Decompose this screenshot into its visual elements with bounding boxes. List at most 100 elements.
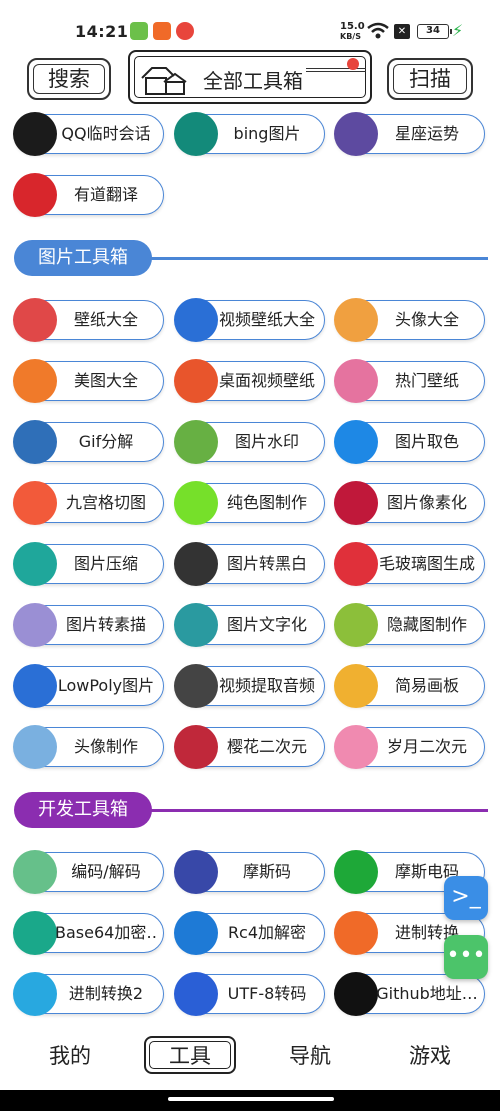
sync-icon bbox=[13, 972, 57, 1016]
tool-item[interactable]: Github地址… bbox=[334, 972, 485, 1016]
youdao-icon bbox=[13, 173, 57, 217]
app-notification-icon bbox=[153, 22, 171, 40]
tool-item-label: 美图大全 bbox=[73, 371, 138, 390]
dribbble-icon bbox=[334, 359, 378, 403]
sim-icon: ✕ bbox=[394, 24, 410, 39]
tool-item[interactable]: 图片像素化 bbox=[334, 481, 485, 525]
tool-item[interactable]: 有道翻译 bbox=[13, 173, 164, 217]
tool-item[interactable]: 星座运势 bbox=[334, 112, 485, 156]
tool-item-label: 岁月二次元 bbox=[386, 737, 467, 756]
app-notification-icon bbox=[130, 22, 148, 40]
tool-item-label: 毛玻璃图生成 bbox=[378, 554, 475, 573]
battery-icon: 34 bbox=[417, 24, 452, 39]
tool-item[interactable]: 美图大全 bbox=[13, 359, 164, 403]
tool-item[interactable]: 图片水印 bbox=[174, 420, 325, 464]
tool-item[interactable]: 头像制作 bbox=[13, 725, 164, 769]
tool-item-label: 樱花二次元 bbox=[226, 737, 307, 756]
tool-item-label: UTF-8转码 bbox=[227, 984, 307, 1003]
terminal-icon: >_ bbox=[451, 884, 481, 909]
tool-item[interactable]: UTF-8转码 bbox=[174, 972, 325, 1016]
watermark-icon bbox=[174, 420, 218, 464]
tool-item-label: 纯色图制作 bbox=[226, 493, 307, 512]
tool-item-label: 进制转换2 bbox=[68, 984, 144, 1003]
search-button[interactable]: 搜索 bbox=[27, 58, 111, 100]
wifi-icon bbox=[367, 22, 389, 39]
tool-item[interactable]: Base64加密… bbox=[13, 911, 164, 955]
constellation-icon bbox=[334, 112, 378, 156]
tool-item-label: 摩斯码 bbox=[242, 862, 291, 881]
page-title: 全部工具箱 bbox=[203, 69, 303, 93]
tool-item-label: 图片压缩 bbox=[73, 554, 138, 573]
tool-item[interactable]: 进制转换2 bbox=[13, 972, 164, 1016]
compress-icon bbox=[13, 542, 57, 586]
grid-cut-icon bbox=[13, 481, 57, 525]
tool-item[interactable]: 热门壁纸 bbox=[334, 359, 485, 403]
tool-item-label: Rc4加解密 bbox=[227, 923, 307, 942]
text-image-icon bbox=[174, 603, 218, 647]
network-speed: 15.0 KB/S bbox=[340, 22, 365, 42]
hidden-image-icon bbox=[334, 603, 378, 647]
tool-item[interactable]: 岁月二次元 bbox=[334, 725, 485, 769]
tool-item-label: bing图片 bbox=[233, 124, 301, 143]
tab-mine[interactable]: 我的 bbox=[30, 1040, 110, 1070]
tool-item[interactable]: 樱花二次元 bbox=[174, 725, 325, 769]
lowpoly-icon bbox=[13, 664, 57, 708]
tool-item-label: 热门壁纸 bbox=[394, 371, 459, 390]
tool-item[interactable]: 桌面视频壁纸 bbox=[174, 359, 325, 403]
home-indicator[interactable] bbox=[168, 1097, 334, 1101]
tool-item[interactable]: 摩斯码 bbox=[174, 850, 325, 894]
network-speed-value: 15.0 bbox=[340, 21, 365, 32]
tool-item[interactable]: 图片压缩 bbox=[13, 542, 164, 586]
tool-item[interactable]: 壁纸大全 bbox=[13, 298, 164, 342]
tool-item[interactable]: 头像大全 bbox=[334, 298, 485, 342]
tool-item[interactable]: 简易画板 bbox=[334, 664, 485, 708]
padlock-icon bbox=[174, 911, 218, 955]
tab-games[interactable]: 游戏 bbox=[390, 1040, 470, 1070]
tool-item[interactable]: LowPoly图片 bbox=[13, 664, 164, 708]
tool-item[interactable]: bing图片 bbox=[174, 112, 325, 156]
tab-navigation[interactable]: 导航 bbox=[270, 1040, 350, 1070]
tool-item[interactable]: 九宫格切图 bbox=[13, 481, 164, 525]
tool-item-label: 九宫格切图 bbox=[65, 493, 146, 512]
refresh-icon bbox=[334, 911, 378, 955]
tool-item-label: 视频提取音频 bbox=[218, 676, 315, 695]
tool-item[interactable]: 纯色图制作 bbox=[174, 481, 325, 525]
code-icon bbox=[13, 850, 57, 894]
tool-item[interactable]: 视频壁纸大全 bbox=[174, 298, 325, 342]
tool-item-label: 隐藏图制作 bbox=[386, 615, 467, 634]
tool-item[interactable]: 图片转素描 bbox=[13, 603, 164, 647]
terminal-floating-button[interactable]: >_ bbox=[444, 876, 488, 920]
tool-item[interactable]: 隐藏图制作 bbox=[334, 603, 485, 647]
tool-item-label: 视频壁纸大全 bbox=[218, 310, 315, 329]
tab-tools[interactable]: 工具 bbox=[150, 1040, 230, 1070]
tool-item[interactable]: 图片文字化 bbox=[174, 603, 325, 647]
status-bar: 14:21 15.0 KB/S ✕ 34 ⚡ bbox=[0, 0, 500, 56]
tool-item[interactable]: 图片取色 bbox=[334, 420, 485, 464]
tool-item-label: 桌面视频壁纸 bbox=[218, 371, 315, 390]
tool-item[interactable]: Gif分解 bbox=[13, 420, 164, 464]
frosted-glass-icon bbox=[334, 542, 378, 586]
tool-item-label: 图片转素描 bbox=[65, 615, 146, 634]
desktop-video-icon bbox=[174, 359, 218, 403]
bilibili-icon bbox=[334, 725, 378, 769]
tool-item[interactable]: Rc4加解密 bbox=[174, 911, 325, 955]
charging-icon: ⚡ bbox=[452, 21, 464, 40]
cloud-icon bbox=[174, 542, 218, 586]
tool-item-label: Gif分解 bbox=[78, 432, 134, 451]
sun-icon bbox=[347, 58, 359, 70]
qq-icon bbox=[13, 112, 57, 156]
avatar-gallery-icon bbox=[334, 298, 378, 342]
tool-item[interactable]: 编码/解码 bbox=[13, 850, 164, 894]
video-wallpaper-icon bbox=[174, 298, 218, 342]
wallpaper-icon bbox=[13, 298, 57, 342]
tool-item[interactable]: 毛玻璃图生成 bbox=[334, 542, 485, 586]
tool-item[interactable]: 视频提取音频 bbox=[174, 664, 325, 708]
tool-item[interactable]: QQ临时会话 bbox=[13, 112, 164, 156]
pixel-heart-icon bbox=[334, 481, 378, 525]
status-time: 14:21 bbox=[75, 22, 129, 41]
tool-item[interactable]: 图片转黑白 bbox=[174, 542, 325, 586]
page-title-banner: 全部工具箱 bbox=[128, 50, 372, 104]
more-floating-button[interactable]: ••• bbox=[444, 935, 488, 979]
scan-button[interactable]: 扫描 bbox=[387, 58, 473, 100]
tool-item-label: 编码/解码 bbox=[71, 862, 141, 881]
